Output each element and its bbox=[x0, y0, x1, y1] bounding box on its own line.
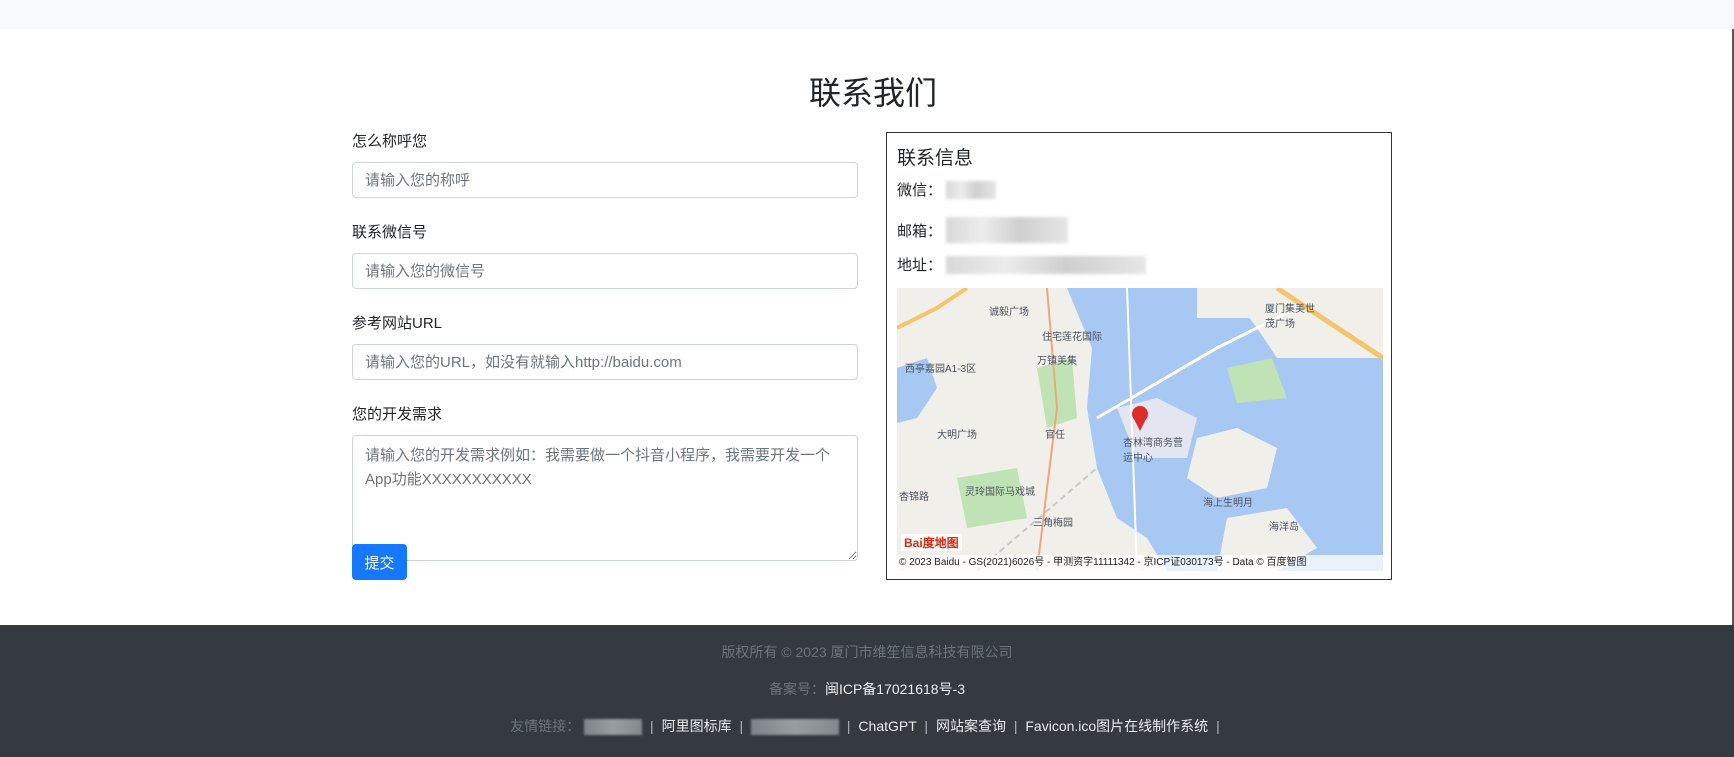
contact-info-title: 联系信息 bbox=[897, 148, 974, 169]
email-redacted bbox=[946, 217, 1069, 243]
beian-link[interactable]: 闽ICP备17021618号-3 bbox=[825, 681, 965, 697]
needs-label: 您的开发需求 bbox=[352, 406, 443, 423]
address-redacted bbox=[946, 255, 1147, 274]
address-row: 地址： bbox=[897, 254, 1147, 275]
wechat-redacted bbox=[946, 180, 997, 199]
sep-2: | bbox=[739, 718, 744, 734]
links-label: 友情链接： bbox=[510, 718, 581, 734]
needs-group: 您的开发需求 bbox=[352, 405, 858, 561]
footer-links: 友情链接： | 阿里图标库 | | ChatGPT | 网站案查询 | Favi… bbox=[0, 716, 1734, 736]
map-label-7: 灵玲国际马戏城 bbox=[965, 487, 1035, 498]
page-title: 联系我们 bbox=[808, 75, 937, 111]
map-label-0: 诚毅广场 bbox=[989, 307, 1029, 318]
baidu-logo: Bai度地图 bbox=[901, 534, 962, 551]
wechat-group: 联系微信号 bbox=[352, 223, 858, 289]
sep-5: | bbox=[1013, 718, 1018, 734]
link-iconfont[interactable]: 阿里图标库 bbox=[662, 718, 732, 734]
footer-beian: 备案号：闽ICP备17021618号-3 bbox=[0, 679, 1734, 699]
link-beian-query[interactable]: 网站案查询 bbox=[936, 718, 1006, 734]
email-row: 邮箱： bbox=[897, 217, 1069, 243]
contact-info-box: 联系信息 微信： 邮箱： 地址： 诚毅广场 住宅莲花国际 万镇美集 西亭嘉园A1… bbox=[886, 132, 1392, 580]
name-input[interactable] bbox=[352, 162, 858, 198]
footer: 版权所有 © 2023 厦门市维笙信息科技有限公司 备案号：闽ICP备17021… bbox=[0, 625, 1734, 757]
map-label-5: 官任 bbox=[1045, 430, 1065, 441]
submit-button[interactable]: 提交 bbox=[352, 544, 407, 580]
map-copyright: © 2023 Baidu - GS(2021)6026号 - 甲测资字11111… bbox=[897, 555, 1383, 571]
link-redacted-2[interactable] bbox=[751, 719, 839, 736]
map-label-8: 海上生明月 bbox=[1203, 498, 1253, 509]
needs-textarea[interactable] bbox=[352, 435, 858, 561]
link-chatgpt[interactable]: ChatGPT bbox=[858, 718, 916, 734]
link-favicon[interactable]: Favicon.ico图片在线制作系统 bbox=[1025, 718, 1208, 734]
sep-3: | bbox=[846, 718, 851, 734]
map-label-2: 万镇美集 bbox=[1037, 356, 1077, 367]
contact-form: 怎么称呼您 联系微信号 参考网站URL 您的开发需求 bbox=[352, 132, 858, 586]
link-redacted-1[interactable] bbox=[584, 719, 643, 736]
map-label-4: 大明广场 bbox=[937, 430, 977, 441]
url-input[interactable] bbox=[352, 344, 858, 380]
map-label-10: 海洋岛 bbox=[1269, 522, 1299, 533]
url-group: 参考网站URL bbox=[352, 314, 858, 380]
baidu-map[interactable]: 诚毅广场 住宅莲花国际 万镇美集 西亭嘉园A1-3区 大明广场 官任 杏林湾商务… bbox=[897, 288, 1383, 571]
footer-copyright: 版权所有 © 2023 厦门市维笙信息科技有限公司 bbox=[721, 644, 1013, 660]
top-navbar bbox=[0, 0, 1734, 29]
wechat-row: 微信： bbox=[897, 179, 997, 200]
sep-1: | bbox=[650, 718, 654, 734]
wechat-info-label: 微信： bbox=[897, 182, 943, 199]
wechat-label: 联系微信号 bbox=[352, 224, 428, 241]
url-label: 参考网站URL bbox=[352, 315, 443, 332]
name-label: 怎么称呼您 bbox=[352, 133, 428, 150]
map-label-6: 杏林湾商务营运中心 bbox=[1123, 438, 1183, 464]
beian-label: 备案号： bbox=[768, 681, 825, 697]
address-info-label: 地址： bbox=[897, 257, 943, 274]
map-label-3: 西亭嘉园A1-3区 bbox=[905, 364, 977, 375]
email-info-label: 邮箱： bbox=[897, 222, 943, 240]
wechat-input[interactable] bbox=[352, 253, 858, 289]
name-group: 怎么称呼您 bbox=[352, 132, 858, 198]
map-label-12: 杏锦路 bbox=[899, 492, 929, 503]
map-label-9: 三角梅园 bbox=[1033, 518, 1073, 529]
map-label-11: 厦门集美世茂广场 bbox=[1265, 304, 1315, 330]
map-label-1: 住宅莲花国际 bbox=[1042, 332, 1102, 343]
sep-6: | bbox=[1216, 718, 1220, 734]
sep-4: | bbox=[924, 718, 929, 734]
